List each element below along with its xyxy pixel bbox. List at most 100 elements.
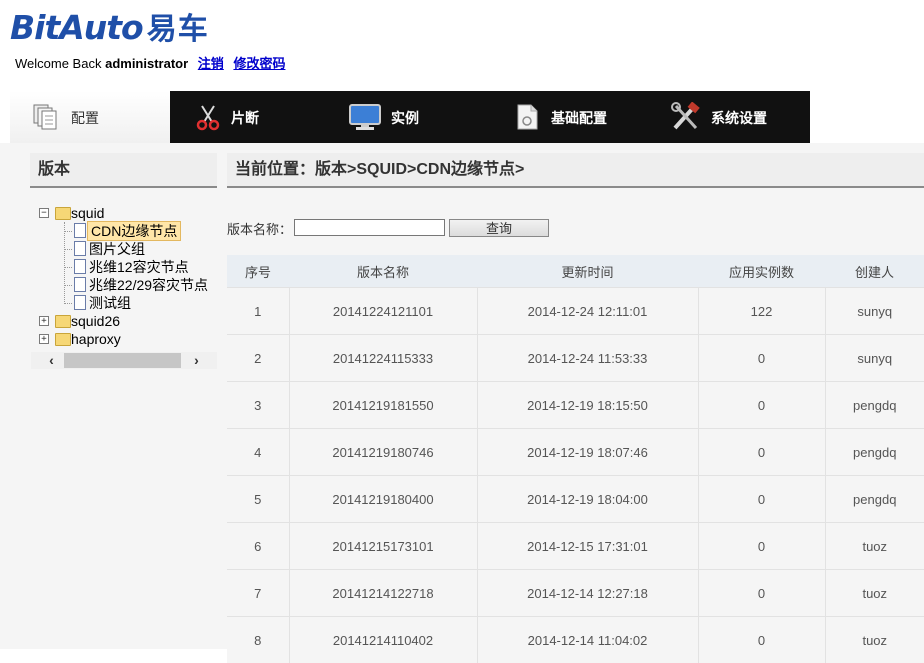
bitauto-logo[interactable]: BitAuto易车 (10, 8, 209, 48)
cell-version-name[interactable]: 20141214110402 (289, 617, 477, 663)
table-row[interactable]: 3 20141219181550 2014-12-19 18:15:50 0 p… (227, 382, 924, 429)
expand-toggle-icon[interactable]: + (39, 316, 49, 326)
tree-node-zhaowei-22-29[interactable]: 兆维22/29容灾节点 (72, 276, 218, 294)
tree-node-test-group[interactable]: 测试组 (72, 294, 218, 312)
cell-creator: tuoz (825, 617, 924, 663)
tree-guide-line (64, 303, 72, 304)
nav-label: 基础配置 (551, 108, 607, 128)
scroll-right-icon[interactable]: › (188, 352, 205, 369)
cell-update-time: 2014-12-19 18:07:46 (477, 429, 698, 476)
logo-text: BitAuto (10, 8, 143, 47)
file-icon (74, 277, 86, 292)
table-row[interactable]: 6 20141215173101 2014-12-15 17:31:01 0 t… (227, 523, 924, 570)
tree-node-squid26[interactable]: + squid26 (38, 312, 218, 330)
tree-node-image-parent[interactable]: 图片父组 (72, 240, 218, 258)
cell-instance-count: 0 (698, 429, 825, 476)
version-table: 序号 版本名称 更新时间 应用实例数 创建人 1 20141224121101 … (227, 255, 924, 663)
column-header-update-time[interactable]: 更新时间 (477, 255, 698, 288)
nav-label: 片断 (231, 108, 259, 128)
tree-node-label: squid26 (71, 312, 120, 330)
tree-node-label: 兆维22/29容灾节点 (89, 276, 208, 294)
sidebar-title: 版本 (30, 153, 217, 188)
tree-node-squid[interactable]: − squid (38, 204, 218, 222)
cell-creator: sunyq (825, 288, 924, 335)
expand-toggle-icon[interactable]: + (39, 334, 49, 344)
nav-item-fragment[interactable]: 片断 (170, 91, 330, 143)
cell-version-name[interactable]: 20141219180746 (289, 429, 477, 476)
cell-index: 4 (227, 429, 289, 476)
tree-node-haproxy[interactable]: + haproxy (38, 330, 218, 348)
cell-index: 8 (227, 617, 289, 663)
username: administrator (105, 56, 188, 71)
cell-index: 7 (227, 570, 289, 617)
table-row[interactable]: 2 20141224115333 2014-12-24 11:53:33 0 s… (227, 335, 924, 382)
collapse-toggle-icon[interactable]: − (39, 208, 49, 218)
tree-node-zhaowei-12[interactable]: 兆维12容灾节点 (72, 258, 218, 276)
column-header-instance-count[interactable]: 应用实例数 (698, 255, 825, 288)
table-row[interactable]: 5 20141219180400 2014-12-19 18:04:00 0 p… (227, 476, 924, 523)
file-icon (74, 259, 86, 274)
column-header-index[interactable]: 序号 (227, 255, 289, 288)
tree-horizontal-scrollbar[interactable]: ‹ › (31, 352, 217, 369)
config-document-icon (513, 103, 541, 131)
query-button[interactable]: 查询 (449, 219, 549, 237)
column-header-version-name[interactable]: 版本名称 (289, 255, 477, 288)
cell-instance-count: 122 (698, 288, 825, 335)
change-password-link[interactable]: 修改密码 (233, 56, 285, 71)
folder-icon (55, 333, 71, 346)
table-row[interactable]: 8 20141214110402 2014-12-14 11:04:02 0 t… (227, 617, 924, 663)
tree-node-label: squid (71, 204, 104, 222)
cell-index: 3 (227, 382, 289, 429)
scrollbar-thumb[interactable] (64, 353, 181, 368)
sidebar-title-text: 版本 (38, 161, 70, 178)
monitor-icon (348, 103, 382, 131)
cell-version-name[interactable]: 20141224115333 (289, 335, 477, 382)
cell-update-time: 2014-12-14 12:27:18 (477, 570, 698, 617)
logout-link[interactable]: 注销 (198, 56, 224, 71)
file-icon (74, 295, 86, 310)
cell-instance-count: 0 (698, 335, 825, 382)
tree-node-cdn-edge[interactable]: CDN边缘节点 (72, 222, 218, 240)
table-row[interactable]: 7 20141214122718 2014-12-14 12:27:18 0 t… (227, 570, 924, 617)
cell-version-name[interactable]: 20141215173101 (289, 523, 477, 570)
cell-creator: pengdq (825, 382, 924, 429)
table-row[interactable]: 1 20141224121101 2014-12-24 12:11:01 122… (227, 288, 924, 335)
tree-guide-line (64, 249, 72, 250)
main-nav: 配置 片断 实例 基础配置 系统设置 (10, 91, 810, 143)
version-name-label: 版本名称： (227, 219, 292, 238)
cell-version-name[interactable]: 20141224121101 (289, 288, 477, 335)
nav-item-base-config[interactable]: 基础配置 (490, 91, 650, 143)
nav-label: 配置 (71, 108, 99, 128)
tree-node-label: 图片父组 (89, 240, 145, 258)
tree-guide-line (64, 285, 72, 286)
table-header-row: 序号 版本名称 更新时间 应用实例数 创建人 (227, 255, 924, 288)
tree-node-label: 测试组 (89, 294, 131, 312)
cell-version-name[interactable]: 20141214122718 (289, 570, 477, 617)
breadcrumb: 当前位置：版本>SQUID>CDN边缘节点> (227, 153, 924, 188)
cell-version-name[interactable]: 20141219180400 (289, 476, 477, 523)
cell-version-name[interactable]: 20141219181550 (289, 382, 477, 429)
nav-item-config[interactable]: 配置 (10, 91, 170, 143)
tree-guide-line (64, 222, 65, 302)
cell-creator: pengdq (825, 476, 924, 523)
tree-node-label: CDN边缘节点 (87, 221, 181, 241)
cell-instance-count: 0 (698, 523, 825, 570)
cell-update-time: 2014-12-19 18:04:00 (477, 476, 698, 523)
folder-icon (55, 315, 71, 328)
file-icon (74, 241, 86, 256)
header: BitAuto易车 Welcome Back administrator 注销 … (0, 0, 924, 90)
cell-update-time: 2014-12-24 11:53:33 (477, 335, 698, 382)
nav-item-instance[interactable]: 实例 (330, 91, 490, 143)
cell-creator: pengdq (825, 429, 924, 476)
cell-update-time: 2014-12-19 18:15:50 (477, 382, 698, 429)
scissors-icon (194, 103, 222, 131)
cell-instance-count: 0 (698, 476, 825, 523)
nav-item-system-settings[interactable]: 系统设置 (650, 91, 810, 143)
table-row[interactable]: 4 20141219180746 2014-12-19 18:07:46 0 p… (227, 429, 924, 476)
version-name-input[interactable] (294, 219, 445, 236)
cell-index: 5 (227, 476, 289, 523)
column-header-creator[interactable]: 创建人 (825, 255, 924, 288)
cell-index: 6 (227, 523, 289, 570)
welcome-bar: Welcome Back administrator 注销 修改密码 (15, 53, 285, 72)
scroll-left-icon[interactable]: ‹ (43, 352, 60, 369)
